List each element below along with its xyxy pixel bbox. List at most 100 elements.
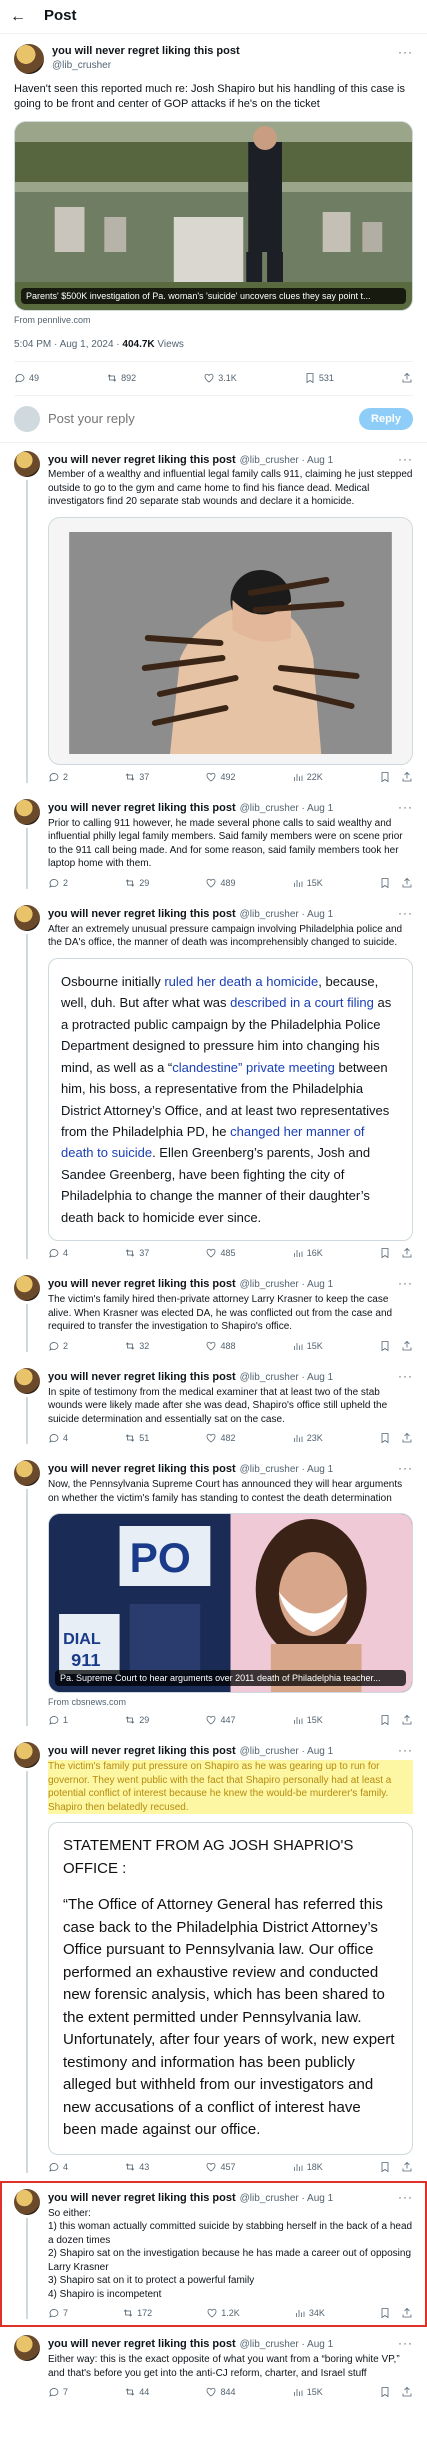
thread-post-highlighted[interactable]: you will never regret liking this post @l…	[0, 2180, 427, 2328]
article-excerpt-image[interactable]: Osbourne initially ruled her death a hom…	[48, 957, 413, 1242]
share-button[interactable]	[401, 877, 413, 889]
post-meta[interactable]: @lib_crusher · Aug 1	[240, 1278, 334, 1292]
author-handle[interactable]: @lib_crusher	[52, 59, 240, 73]
views-button[interactable]: 23K	[292, 1432, 323, 1444]
post-meta[interactable]: @lib_crusher · Aug 1	[240, 2338, 334, 2352]
avatar[interactable]	[14, 1460, 40, 1487]
more-icon[interactable]: ···	[398, 905, 413, 921]
author-name[interactable]: you will never regret liking this post	[48, 907, 236, 922]
avatar[interactable]	[14, 1367, 40, 1394]
post-meta[interactable]: @lib_crusher · Aug 1	[240, 1463, 334, 1477]
bookmark-button[interactable]	[379, 2161, 391, 2173]
author-name[interactable]: you will never regret liking this post	[48, 2337, 236, 2352]
repost-button[interactable]: 37	[124, 1247, 149, 1259]
share-button[interactable]	[401, 2161, 413, 2173]
avatar[interactable]	[14, 1275, 40, 1302]
post-meta[interactable]: @lib_crusher · Aug 1	[240, 454, 334, 468]
reply-button[interactable]: 49	[14, 372, 39, 384]
more-icon[interactable]: ···	[398, 2189, 413, 2205]
author-name[interactable]: you will never regret liking this post	[48, 1744, 236, 1759]
views-button[interactable]: 18K	[292, 2161, 323, 2173]
like-button[interactable]: 1.2K	[206, 2307, 240, 2319]
like-button[interactable]: 492	[205, 771, 236, 783]
views-button[interactable]: 22K	[292, 771, 323, 783]
views-button[interactable]: 15K	[292, 1714, 323, 1726]
author-name[interactable]: you will never regret liking this post	[48, 801, 236, 816]
more-icon[interactable]: ···	[398, 1368, 413, 1384]
more-icon[interactable]: ···	[398, 1742, 413, 1758]
link-source[interactable]: From cbsnews.com	[48, 1696, 413, 1708]
author-name[interactable]: you will never regret liking this post	[48, 1277, 236, 1292]
reply-submit-button[interactable]: Reply	[359, 407, 413, 430]
repost-button[interactable]: 172	[122, 2307, 152, 2319]
post-meta[interactable]: @lib_crusher · Aug 1	[240, 1745, 334, 1759]
link-card-image[interactable]: Parents' $500K investigation of Pa. woma…	[14, 120, 413, 311]
views-button[interactable]: 15K	[292, 1340, 323, 1352]
reply-button[interactable]: 2	[48, 1340, 68, 1352]
post-image[interactable]	[48, 516, 413, 765]
thread-post[interactable]: you will never regret liking this post @l…	[0, 2327, 427, 2406]
repost-button[interactable]: 29	[124, 1714, 149, 1726]
arrow-left-icon[interactable]: ←	[10, 6, 26, 28]
bookmark-button[interactable]	[379, 877, 391, 889]
views-button[interactable]: 15K	[292, 877, 323, 889]
link-source[interactable]: From pennlive.com	[14, 314, 413, 326]
reply-button[interactable]: 2	[48, 771, 68, 783]
views-button[interactable]: 34K	[294, 2307, 325, 2319]
thread-post[interactable]: you will never regret liking this post @l…	[0, 1267, 427, 1359]
link-card-image[interactable]: PO DIAL 911 Pa. Supreme Court to hear ar…	[48, 1513, 413, 1694]
bookmark-button[interactable]	[379, 1340, 391, 1352]
views-button[interactable]: 16K	[292, 1247, 323, 1259]
avatar[interactable]	[14, 2188, 40, 2215]
reply-button[interactable]: 4	[48, 1432, 68, 1444]
repost-button[interactable]: 892	[106, 372, 136, 384]
bookmark-button[interactable]	[379, 2386, 391, 2398]
share-button[interactable]	[401, 2307, 413, 2319]
post-meta[interactable]: @lib_crusher · Aug 1	[240, 802, 334, 816]
thread-post[interactable]: you will never regret liking this post @l…	[0, 1452, 427, 1734]
like-button[interactable]: 457	[205, 2161, 236, 2173]
share-button[interactable]	[401, 771, 413, 783]
like-button[interactable]: 844	[205, 2386, 236, 2398]
more-icon[interactable]: ···	[398, 44, 413, 60]
post-meta[interactable]: @lib_crusher · Aug 1	[240, 2192, 334, 2206]
repost-button[interactable]: 37	[124, 771, 149, 783]
avatar[interactable]	[14, 450, 40, 477]
post-meta[interactable]: @lib_crusher · Aug 1	[240, 1371, 334, 1385]
thread-post[interactable]: you will never regret liking this post @l…	[0, 791, 427, 897]
more-icon[interactable]: ···	[398, 1275, 413, 1291]
avatar[interactable]	[14, 2335, 40, 2362]
reply-button[interactable]: 4	[48, 2161, 68, 2173]
post-time[interactable]: 5:04 PM · Aug 1, 2024 ·	[14, 339, 122, 350]
bookmark-button[interactable]	[379, 1247, 391, 1259]
share-button[interactable]	[401, 1432, 413, 1444]
bookmark-button[interactable]	[379, 1432, 391, 1444]
like-button[interactable]: 482	[205, 1432, 236, 1444]
share-button[interactable]	[401, 372, 413, 384]
views-button[interactable]: 15K	[292, 2386, 323, 2398]
like-button[interactable]: 489	[205, 877, 236, 889]
like-button[interactable]: 3.1K	[203, 372, 237, 384]
share-button[interactable]	[401, 1714, 413, 1726]
avatar[interactable]	[14, 799, 40, 826]
author-name[interactable]: you will never regret liking this post	[48, 2191, 236, 2206]
repost-button[interactable]: 51	[124, 1432, 149, 1444]
author-name[interactable]: you will never regret liking this post	[48, 453, 236, 468]
statement-image[interactable]: STATEMENT FROM AG JOSH SHAPRIO'S OFFICE …	[48, 1822, 413, 2155]
thread-post[interactable]: you will never regret liking this post @l…	[0, 1360, 427, 1452]
reply-button[interactable]: 7	[48, 2386, 68, 2398]
thread-post[interactable]: you will never regret liking this post @l…	[0, 1734, 427, 2180]
thread-post[interactable]: you will never regret liking this post @l…	[0, 897, 427, 1267]
like-button[interactable]: 488	[205, 1340, 236, 1352]
share-button[interactable]	[401, 1340, 413, 1352]
thread-post[interactable]: you will never regret liking this post @l…	[0, 443, 427, 791]
bookmark-button[interactable]	[379, 2307, 391, 2319]
bookmark-button[interactable]: 531	[304, 372, 334, 384]
post-meta[interactable]: @lib_crusher · Aug 1	[240, 908, 334, 922]
more-icon[interactable]: ···	[398, 2335, 413, 2351]
author-name[interactable]: you will never regret liking this post	[52, 44, 240, 59]
repost-button[interactable]: 43	[124, 2161, 149, 2173]
like-button[interactable]: 447	[205, 1714, 236, 1726]
reply-input[interactable]	[48, 411, 352, 427]
avatar[interactable]	[14, 44, 44, 74]
